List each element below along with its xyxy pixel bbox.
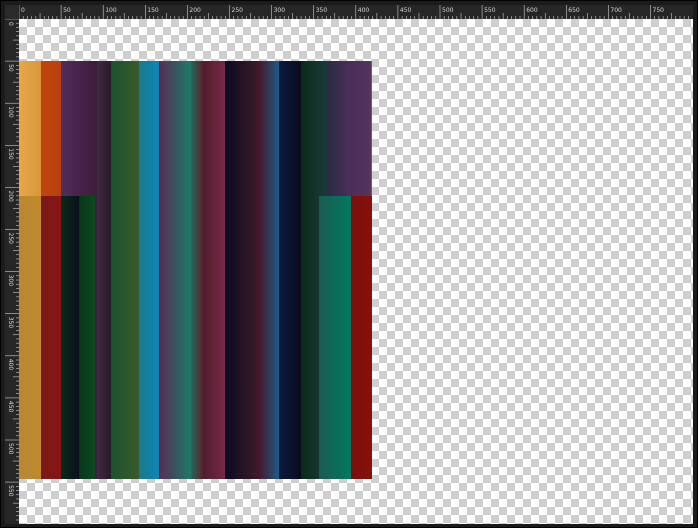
ruler-label: 400 bbox=[7, 359, 14, 371]
image-stripe-lower bbox=[61, 196, 79, 479]
vertical-ruler[interactable]: 0 50 100 150 200 250 300 350 400 450 500 550 bbox=[5, 19, 20, 524]
ruler-label: 350 bbox=[316, 7, 328, 14]
image-stripe bbox=[279, 61, 301, 479]
ruler-label: 100 bbox=[7, 106, 14, 118]
image-stripe-lower bbox=[41, 196, 61, 479]
image-stripe bbox=[225, 61, 257, 479]
striped-image bbox=[19, 61, 372, 479]
image-stripe bbox=[191, 61, 203, 479]
ruler-label: 200 bbox=[7, 190, 14, 202]
image-layer[interactable] bbox=[19, 61, 372, 479]
ruler-label: 500 bbox=[442, 7, 454, 14]
ruler-label: 100 bbox=[105, 7, 117, 14]
ruler-label: 600 bbox=[526, 7, 538, 14]
image-stripe-lower bbox=[19, 196, 41, 479]
image-stripe bbox=[111, 61, 139, 479]
ruler-label: 150 bbox=[7, 148, 14, 160]
image-stripe-lower bbox=[79, 196, 95, 479]
ruler-label: 50 bbox=[7, 64, 14, 72]
image-stripe-lower bbox=[319, 196, 351, 479]
image-stripe bbox=[203, 61, 225, 479]
ruler-label: 450 bbox=[7, 401, 14, 413]
ruler-label: 250 bbox=[232, 7, 244, 14]
ruler-label: 450 bbox=[400, 7, 412, 14]
ruler-label: 550 bbox=[484, 7, 496, 14]
ruler-label: 700 bbox=[610, 7, 622, 14]
ruler-label: 0 bbox=[7, 22, 14, 26]
ruler-label: 500 bbox=[7, 443, 14, 455]
ruler-label: 350 bbox=[7, 317, 14, 329]
ruler-label: 150 bbox=[147, 7, 159, 14]
image-stripe bbox=[159, 61, 191, 479]
editor-window: 0 50 100 150 200 250 300 350 400 450 500 550 600 650 7… bbox=[0, 0, 698, 528]
image-stripe-lower bbox=[351, 196, 372, 479]
ruler-label: 300 bbox=[7, 275, 14, 287]
image-stripe bbox=[139, 61, 159, 479]
ruler-label: 550 bbox=[7, 485, 14, 497]
ruler-label: 0 bbox=[21, 7, 25, 14]
ruler-label: 400 bbox=[358, 7, 370, 14]
ruler-label: 750 bbox=[653, 7, 665, 14]
horizontal-ruler-ticks: 0 50 100 150 200 250 300 350 400 450 500 550 600 650 7… bbox=[19, 5, 689, 19]
image-stripe bbox=[257, 61, 279, 479]
vertical-ruler-ticks: 0 50 100 150 200 250 300 350 400 450 500 550 bbox=[5, 19, 19, 521]
ruler-label: 300 bbox=[274, 7, 286, 14]
image-stripe bbox=[97, 61, 111, 479]
horizontal-ruler[interactable]: 0 50 100 150 200 250 300 350 400 450 500 550 600 650 7… bbox=[19, 5, 693, 20]
ruler-corner[interactable] bbox=[5, 5, 20, 20]
ruler-label: 650 bbox=[568, 7, 580, 14]
canvas-area[interactable] bbox=[19, 19, 693, 524]
ruler-label: 250 bbox=[7, 233, 14, 245]
ruler-label: 50 bbox=[63, 7, 71, 14]
ruler-label: 200 bbox=[189, 7, 201, 14]
